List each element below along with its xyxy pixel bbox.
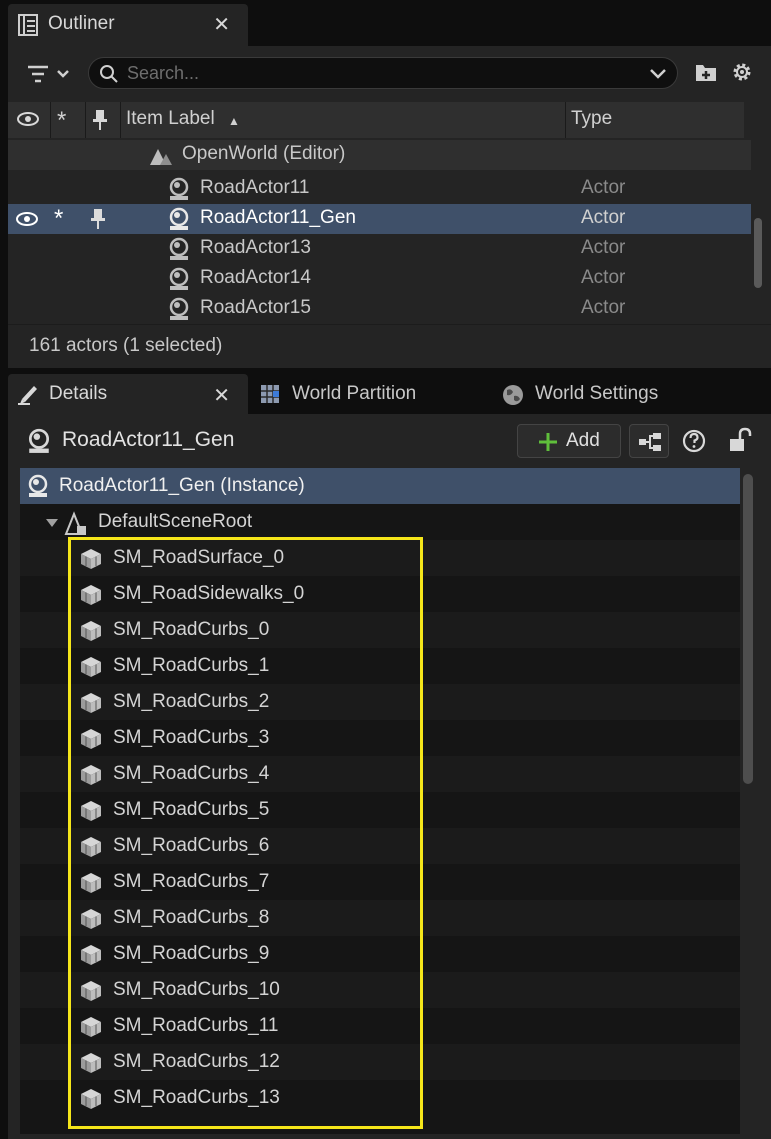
search-icon xyxy=(100,65,118,83)
visibility-column-icon[interactable] xyxy=(15,106,41,138)
world-icon xyxy=(150,149,172,165)
gear-icon[interactable] xyxy=(730,60,754,84)
blueprint-button[interactable] xyxy=(629,424,669,458)
actor-type: Actor xyxy=(581,267,626,288)
pin-icon[interactable] xyxy=(90,208,106,230)
actor-label: RoadActor15 xyxy=(200,297,311,318)
close-icon[interactable]: ✕ xyxy=(213,12,230,37)
world-label: OpenWorld (Editor) xyxy=(182,143,346,164)
type-column[interactable]: Type xyxy=(571,108,612,130)
actor-type: Actor xyxy=(581,177,626,198)
tab-details[interactable]: Details ✕ xyxy=(8,374,248,414)
search-placeholder: Search... xyxy=(127,63,200,83)
outliner-column-header: * Item Label ▲ Type xyxy=(8,102,744,138)
actor-name: RoadActor11_Gen xyxy=(62,428,235,451)
tab-world-settings[interactable]: World Settings xyxy=(500,374,700,414)
outliner-status-bar: 161 actors (1 selected) xyxy=(8,324,771,368)
tab-outliner-label: Outliner xyxy=(48,13,115,34)
details-header: RoadActor11_Gen Add xyxy=(8,414,771,470)
root-label: DefaultSceneRoot xyxy=(98,511,253,532)
list-item[interactable]: RoadActor15 Actor xyxy=(8,294,751,324)
list-item[interactable]: RoadActor11 Actor xyxy=(8,174,751,204)
instance-row[interactable]: RoadActor11_Gen (Instance) xyxy=(20,468,740,504)
actor-list: RoadActor11 Actor * RoadActor11_Gen Acto… xyxy=(8,172,751,322)
actor-icon xyxy=(169,207,189,230)
star-column[interactable]: * xyxy=(57,107,66,135)
actor-label: RoadActor14 xyxy=(200,267,311,288)
actor-label: RoadActor13 xyxy=(200,237,311,258)
tab-world-partition[interactable]: World Partition xyxy=(258,374,478,414)
details-tabbar: Details ✕ World Partition World Settings xyxy=(0,374,771,414)
help-icon[interactable] xyxy=(682,429,706,453)
actor-label: RoadActor11 xyxy=(200,177,310,198)
actor-icon xyxy=(169,177,189,200)
visibility-eye-icon[interactable] xyxy=(14,207,40,231)
list-item[interactable]: RoadActor14 Actor xyxy=(8,264,751,294)
actor-type: Actor xyxy=(581,297,626,318)
globe-icon xyxy=(503,385,523,405)
details-scrollbar[interactable] xyxy=(743,474,753,784)
actor-icon xyxy=(169,267,189,290)
actor-type: Actor xyxy=(581,237,626,258)
actor-count: 161 actors (1 selected) xyxy=(29,335,223,356)
item-label-column[interactable]: Item Label xyxy=(126,108,215,130)
add-button-label: Add xyxy=(566,430,600,451)
actor-icon xyxy=(169,297,189,320)
outliner-scrollbar[interactable] xyxy=(754,218,762,288)
pin-column-icon[interactable] xyxy=(92,109,108,131)
highlight-box xyxy=(68,537,423,1129)
root-row[interactable]: DefaultSceneRoot xyxy=(20,504,740,540)
scene-root-icon xyxy=(64,511,86,535)
tab-outliner[interactable]: Outliner ✕ xyxy=(8,4,248,46)
pencil-icon xyxy=(18,386,37,405)
hierarchy-icon xyxy=(639,433,661,451)
plus-icon xyxy=(539,433,557,451)
outliner-tabbar: Outliner ✕ xyxy=(0,0,771,46)
actor-icon xyxy=(169,237,189,260)
world-row[interactable]: OpenWorld (Editor) xyxy=(8,140,751,170)
close-icon[interactable]: ✕ xyxy=(213,383,230,408)
filter-icon[interactable] xyxy=(22,60,76,88)
unlock-icon[interactable] xyxy=(728,427,752,453)
actor-type: Actor xyxy=(581,207,626,228)
search-input[interactable]: Search... xyxy=(88,57,678,89)
expand-arrow-icon[interactable] xyxy=(46,518,58,528)
actor-label: RoadActor11_Gen xyxy=(200,207,356,228)
chevron-down-icon[interactable] xyxy=(649,67,667,81)
instance-label: RoadActor11_Gen (Instance) xyxy=(59,475,305,496)
actor-icon xyxy=(28,428,50,453)
list-item-selected[interactable]: * RoadActor11_Gen Actor xyxy=(8,204,751,234)
tab-details-label: Details xyxy=(49,383,108,404)
actor-icon xyxy=(28,474,48,497)
add-folder-icon[interactable] xyxy=(694,60,718,84)
tab-world-partition-label: World Partition xyxy=(292,383,417,404)
grid-icon xyxy=(261,385,279,403)
tab-world-settings-label: World Settings xyxy=(535,383,659,404)
outliner-panel: Search... * Item Label ▲ Type OpenWorld … xyxy=(8,46,771,368)
outliner-icon xyxy=(18,14,38,36)
add-component-button[interactable]: Add xyxy=(517,424,621,458)
favorite-star[interactable]: * xyxy=(54,205,63,233)
sort-ascending-icon[interactable]: ▲ xyxy=(228,114,240,128)
outliner-toolbar: Search... xyxy=(8,46,771,102)
list-item[interactable]: RoadActor13 Actor xyxy=(8,234,751,264)
